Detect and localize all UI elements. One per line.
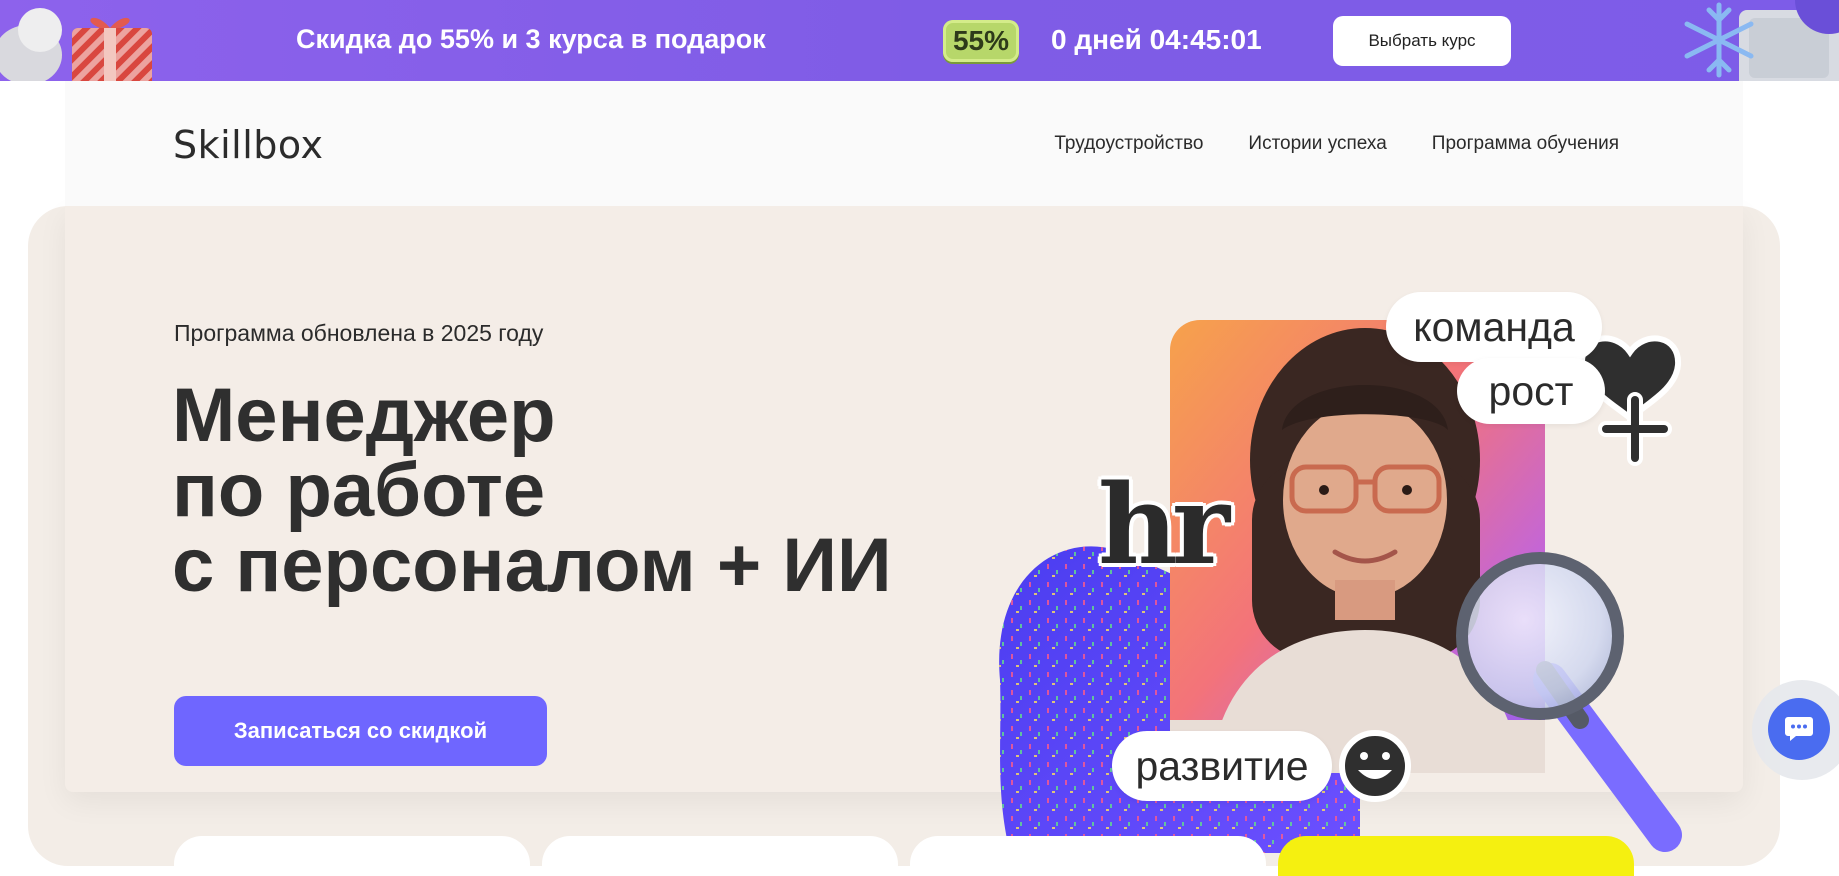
feature-card[interactable]: [174, 836, 530, 876]
title-line-1: Менеджер: [172, 373, 556, 458]
program-updated-label: Программа обновлена в 2025 году: [174, 320, 544, 346]
feature-card[interactable]: [910, 836, 1266, 876]
pill-development: развитие: [1112, 731, 1332, 801]
page-title: Менеджер по работе с персоналом + ИИ: [172, 373, 892, 608]
nav-item-program[interactable]: Программа обучения: [1432, 133, 1619, 155]
feature-cards-row: [174, 836, 1634, 876]
hr-word: hr: [1098, 460, 1230, 589]
title-line-2: по работе: [172, 448, 546, 533]
chat-button[interactable]: [1768, 698, 1830, 760]
title-line-3: с персоналом + ИИ: [172, 523, 892, 608]
promo-text: Скидка до 55% и 3 курса в подарок: [296, 24, 766, 54]
pill-growth: рост: [1457, 358, 1605, 424]
magnifier-icon: [1456, 552, 1682, 852]
skillbox-logo[interactable]: Skillbox: [173, 123, 324, 167]
feature-card-highlight[interactable]: [1278, 836, 1634, 876]
countdown-timer: 0 дней 04:45:01: [1051, 24, 1262, 55]
feature-card[interactable]: [542, 836, 898, 876]
pill-team: команда: [1386, 292, 1602, 362]
nav-item-employment[interactable]: Трудоустройство: [1054, 133, 1203, 155]
main-nav: Трудоустройство Истории успеха Программа…: [1054, 133, 1619, 155]
choose-course-button[interactable]: Выбрать курс: [1333, 16, 1511, 66]
smiley-icon: [1339, 730, 1411, 802]
gift-decoration-icon: [0, 8, 152, 81]
snowflake-gift-icon: [1684, 0, 1839, 81]
enroll-discount-button[interactable]: Записаться со скидкой: [174, 696, 547, 766]
promo-banner: Скидка до 55% и 3 курса в подарок 55% 0 …: [0, 0, 1839, 81]
nav-item-success-stories[interactable]: Истории успеха: [1248, 133, 1386, 155]
hero-illustration: команда рост развитие hr: [990, 290, 1700, 853]
chat-bubble-icon: [1785, 717, 1813, 741]
discount-badge: 55%: [943, 20, 1019, 62]
site-header: Skillbox Трудоустройство Истории успеха …: [65, 81, 1743, 206]
